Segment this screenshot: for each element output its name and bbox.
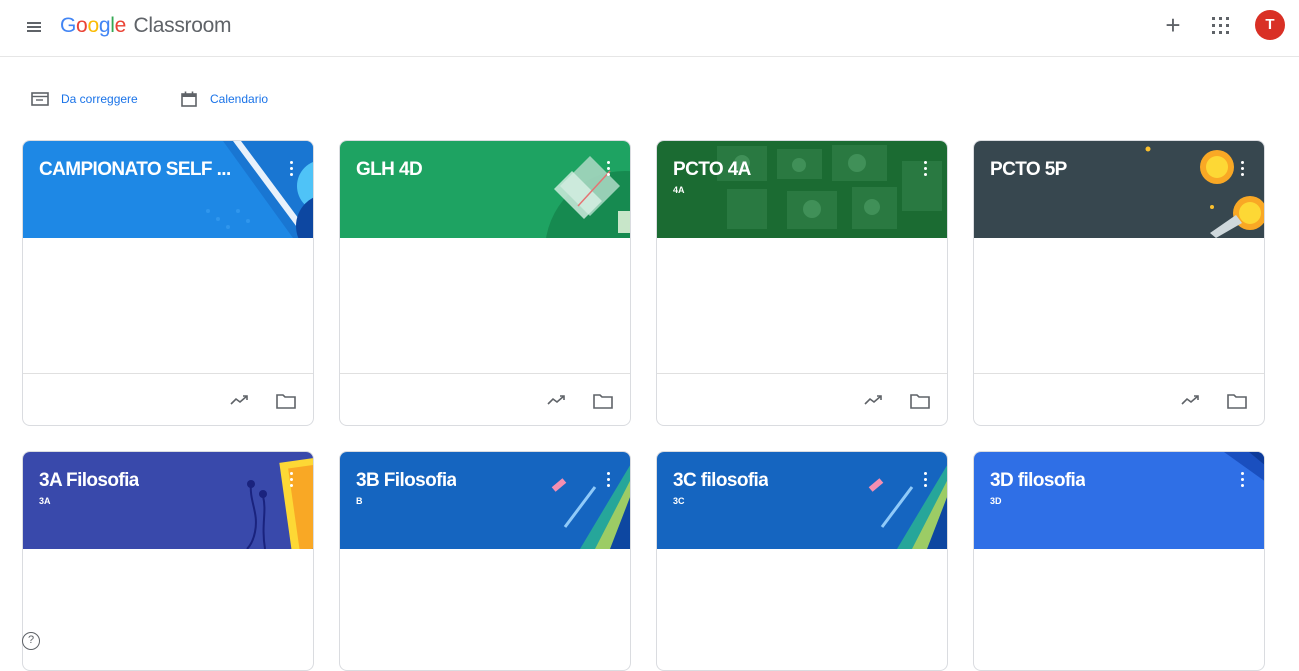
banner-illustration bbox=[340, 452, 630, 549]
class-card-title[interactable]: 3C filosofia bbox=[673, 470, 768, 492]
banner-illustration bbox=[340, 141, 630, 238]
to-review-icon bbox=[31, 91, 49, 107]
calendar-label: Calendario bbox=[210, 92, 269, 106]
more-vert-icon bbox=[290, 472, 293, 475]
google-classroom-logo[interactable]: Google Classroom bbox=[60, 13, 231, 39]
banner-illustration bbox=[974, 452, 1264, 549]
gradebook-button[interactable] bbox=[546, 390, 568, 410]
app-bar: Google Classroom + T bbox=[0, 0, 1299, 57]
class-options-button[interactable] bbox=[602, 159, 614, 179]
class-card-banner[interactable] bbox=[974, 141, 1264, 238]
banner-illustration bbox=[657, 452, 947, 549]
class-card-banner[interactable] bbox=[657, 452, 947, 549]
class-card: 3D filosofia 3D bbox=[973, 451, 1265, 671]
class-card-section: 3C bbox=[673, 496, 685, 506]
help-button[interactable]: ? bbox=[22, 632, 40, 650]
class-options-button[interactable] bbox=[285, 470, 297, 490]
class-card-footer bbox=[974, 373, 1264, 425]
class-card-section: 3D bbox=[990, 496, 1002, 506]
class-card-title[interactable]: 3D filosofia bbox=[990, 470, 1085, 492]
more-vert-icon bbox=[1241, 472, 1244, 475]
menu-icon bbox=[27, 22, 41, 24]
folder-icon bbox=[593, 394, 613, 409]
class-options-button[interactable] bbox=[919, 470, 931, 490]
folder-icon bbox=[910, 394, 930, 409]
class-options-button[interactable] bbox=[919, 159, 931, 179]
banner-illustration bbox=[23, 141, 313, 238]
class-card-title[interactable]: PCTO 4A bbox=[673, 159, 751, 181]
class-card-banner[interactable] bbox=[974, 452, 1264, 549]
account-avatar[interactable]: T bbox=[1255, 10, 1285, 40]
folder-icon bbox=[276, 394, 296, 409]
class-card: 3C filosofia 3C bbox=[656, 451, 948, 671]
calendar-icon bbox=[180, 91, 198, 107]
class-card-title[interactable]: 3B Filosofia bbox=[356, 470, 456, 492]
class-card: PCTO 5P bbox=[973, 140, 1265, 426]
class-card: GLH 4D bbox=[339, 140, 631, 426]
class-card-title[interactable]: GLH 4D bbox=[356, 159, 422, 181]
class-card: 3A Filosofia 3A bbox=[22, 451, 314, 671]
class-card: CAMPIONATO SELF ... bbox=[22, 140, 314, 426]
class-folder-button[interactable] bbox=[909, 391, 931, 411]
more-vert-icon bbox=[607, 161, 610, 164]
class-card-banner[interactable] bbox=[23, 452, 313, 549]
class-folder-button[interactable] bbox=[592, 391, 614, 411]
class-card-banner[interactable] bbox=[340, 452, 630, 549]
product-name: Classroom bbox=[133, 14, 232, 37]
class-card-footer bbox=[23, 373, 313, 425]
trending-up-icon bbox=[547, 395, 565, 405]
to-review-link[interactable]: Da correggere bbox=[31, 88, 138, 110]
more-vert-icon bbox=[290, 161, 293, 164]
class-card-section: B bbox=[356, 496, 363, 506]
banner-illustration bbox=[657, 141, 947, 238]
google-apps-button[interactable] bbox=[1212, 17, 1230, 35]
to-review-label: Da correggere bbox=[61, 92, 138, 106]
class-options-button[interactable] bbox=[285, 159, 297, 179]
class-card-section: 3A bbox=[39, 496, 51, 506]
class-card-title[interactable]: CAMPIONATO SELF ... bbox=[39, 159, 231, 181]
banner-illustration bbox=[23, 452, 313, 549]
class-card-title[interactable]: 3A Filosofia bbox=[39, 470, 139, 492]
gradebook-button[interactable] bbox=[1180, 390, 1202, 410]
banner-illustration bbox=[974, 141, 1264, 238]
main-menu-button[interactable] bbox=[22, 15, 46, 39]
class-card: PCTO 4A 4A bbox=[656, 140, 948, 426]
more-vert-icon bbox=[924, 161, 927, 164]
class-options-button[interactable] bbox=[1236, 159, 1248, 179]
apps-grid-icon bbox=[1212, 17, 1215, 20]
class-folder-button[interactable] bbox=[275, 391, 297, 411]
create-or-join-class-button[interactable]: + bbox=[1160, 12, 1186, 39]
more-vert-icon bbox=[924, 472, 927, 475]
gradebook-button[interactable] bbox=[229, 390, 251, 410]
more-vert-icon bbox=[607, 472, 610, 475]
more-vert-icon bbox=[1241, 161, 1244, 164]
class-options-button[interactable] bbox=[602, 470, 614, 490]
class-card-banner[interactable] bbox=[23, 141, 313, 238]
trending-up-icon bbox=[1181, 395, 1199, 405]
class-card-banner[interactable] bbox=[340, 141, 630, 238]
class-folder-button[interactable] bbox=[1226, 391, 1248, 411]
class-card-title[interactable]: PCTO 5P bbox=[990, 159, 1067, 181]
gradebook-button[interactable] bbox=[863, 390, 885, 410]
folder-icon bbox=[1227, 394, 1247, 409]
class-card-footer bbox=[657, 373, 947, 425]
calendar-link[interactable]: Calendario bbox=[180, 88, 268, 110]
trending-up-icon bbox=[864, 395, 882, 405]
class-card-section: 4A bbox=[673, 185, 685, 195]
trending-up-icon bbox=[230, 395, 248, 405]
class-card: 3B Filosofia B bbox=[339, 451, 631, 671]
class-card-banner[interactable] bbox=[657, 141, 947, 238]
class-options-button[interactable] bbox=[1236, 470, 1248, 490]
class-card-footer bbox=[340, 373, 630, 425]
